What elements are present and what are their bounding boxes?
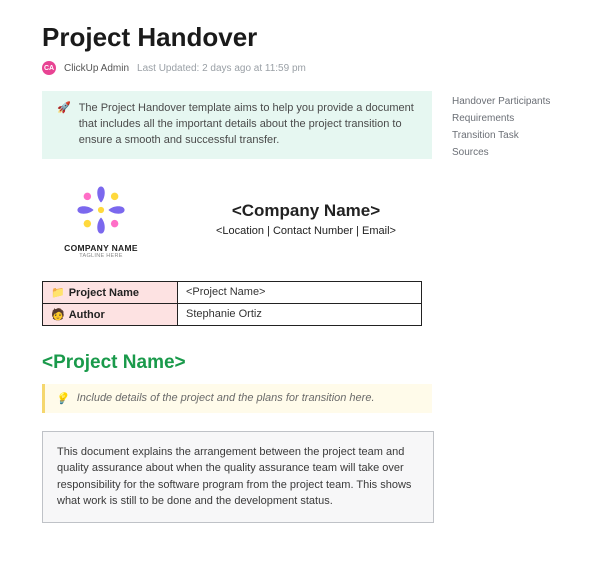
hero-section: COMPANY NAME TAGLINE HERE <Company Name>… — [46, 179, 432, 259]
rocket-icon: 🚀 — [57, 101, 71, 149]
detail-callout: 💡 Include details of the project and the… — [42, 384, 432, 413]
logo-icon — [70, 179, 132, 241]
logo-tagline: TAGLINE HERE — [79, 253, 123, 259]
label-author: Author — [69, 309, 105, 321]
info-table: 📁 Project Name <Project Name> 🧑 Author Ste… — [42, 281, 422, 326]
meta-row: CA ClickUp Admin Last Updated: 2 days ag… — [42, 61, 572, 75]
main-content: 🚀 The Project Handover template aims to … — [42, 91, 432, 523]
description-box[interactable]: This document explains the arrangement b… — [42, 431, 434, 523]
toc-item-requirements[interactable]: Requirements — [452, 110, 572, 127]
toc-sidebar: Handover Participants Requirements Trans… — [452, 91, 572, 161]
intro-callout-text: The Project Handover template aims to he… — [79, 101, 420, 149]
company-name-placeholder[interactable]: <Company Name> — [180, 201, 432, 221]
author-name: ClickUp Admin — [64, 63, 129, 74]
lightbulb-icon: 💡 — [55, 392, 69, 405]
value-author[interactable]: Stephanie Ortiz — [178, 303, 422, 325]
toc-item-handover-participants[interactable]: Handover Participants — [452, 93, 572, 110]
page-title: Project Handover — [42, 22, 572, 53]
person-icon: 🧑 — [51, 309, 65, 321]
table-row: 📁 Project Name <Project Name> — [43, 281, 422, 303]
toc-item-transition-task[interactable]: Transition Task — [452, 127, 572, 144]
folder-icon: 📁 — [51, 287, 65, 299]
company-contact-placeholder[interactable]: <Location | Contact Number | Email> — [180, 225, 432, 237]
last-updated: Last Updated: 2 days ago at 11:59 pm — [137, 63, 306, 74]
value-project-name[interactable]: <Project Name> — [178, 281, 422, 303]
label-project-name: Project Name — [69, 287, 139, 299]
table-row: 🧑 Author Stephanie Ortiz — [43, 303, 422, 325]
logo-name: COMPANY NAME — [64, 243, 138, 253]
section-heading-project-name[interactable]: <Project Name> — [42, 352, 432, 374]
toc-item-sources[interactable]: Sources — [452, 144, 572, 161]
intro-callout: 🚀 The Project Handover template aims to … — [42, 91, 432, 159]
detail-callout-text: Include details of the project and the p… — [77, 392, 375, 405]
company-logo: COMPANY NAME TAGLINE HERE — [46, 179, 156, 259]
author-avatar: CA — [42, 61, 56, 75]
